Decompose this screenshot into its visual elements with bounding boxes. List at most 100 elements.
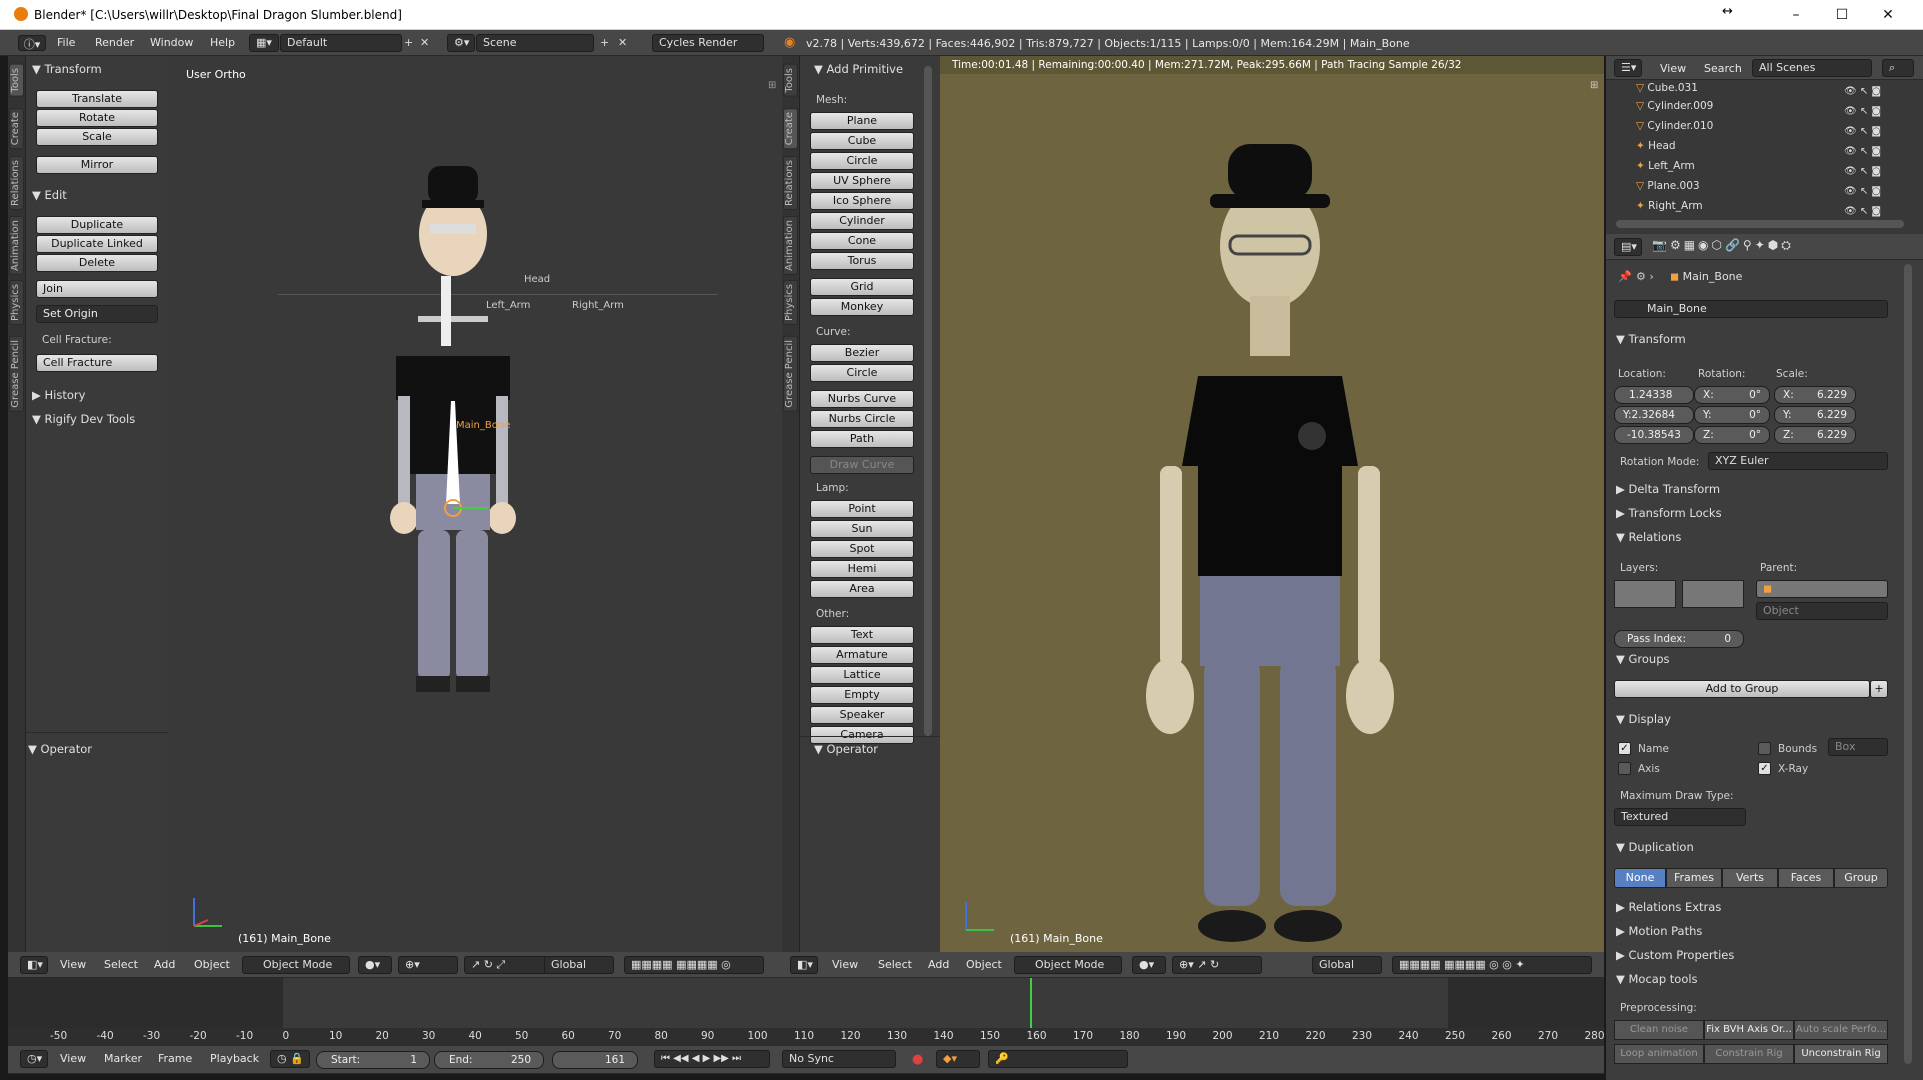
add-nurbs-circle-button[interactable]: Nurbs Circle xyxy=(810,410,914,428)
parent-field[interactable]: ◼ xyxy=(1756,580,1888,598)
right-3d-viewport[interactable]: Time:00:01.48 | Remaining:00:00.40 | Mem… xyxy=(940,56,1604,952)
tab-create-2[interactable]: Create xyxy=(783,108,798,150)
menu-window[interactable]: Window xyxy=(150,36,193,49)
max-draw-select[interactable]: Textured xyxy=(1614,808,1746,826)
add-circle-button[interactable]: Circle xyxy=(810,152,914,170)
tab-tools-2[interactable]: Tools xyxy=(783,64,798,97)
add-cone-button[interactable]: Cone xyxy=(810,232,914,250)
groups-header[interactable]: ▼ Groups xyxy=(1616,652,1670,666)
edit-panel-header[interactable]: ▼ Edit xyxy=(32,188,67,202)
viewport-plus-icon[interactable]: ⊞ xyxy=(768,80,776,91)
add-path-button[interactable]: Path xyxy=(810,430,914,448)
left-3d-viewport[interactable]: User Ortho ⊞ Head Left_Arm Right_Arm Mai… xyxy=(168,56,782,952)
timeline-menu-frame[interactable]: Frame xyxy=(158,1052,192,1065)
menu-object-2[interactable]: Object xyxy=(966,958,1002,971)
fix-bvh-axis-button[interactable]: Fix BVH Axis Or... xyxy=(1704,1020,1794,1040)
outliner-item-cube031[interactable]: ▽ Cube.031 xyxy=(1636,82,1698,94)
scale-x-field[interactable]: X: 6.229 xyxy=(1774,386,1856,404)
history-panel-header[interactable]: ▶ History xyxy=(32,388,85,402)
xray-checkbox[interactable]: ✓ xyxy=(1758,762,1771,775)
add-armature-button[interactable]: Armature xyxy=(810,646,914,664)
relations-header[interactable]: ▼ Relations xyxy=(1616,530,1681,544)
menu-select[interactable]: Select xyxy=(104,958,138,971)
record-icon[interactable]: ● xyxy=(912,1052,923,1067)
add-lattice-button[interactable]: Lattice xyxy=(810,666,914,684)
pin-icon[interactable]: 📌 xyxy=(1618,270,1632,283)
location-y-field[interactable]: Y:2.32684 xyxy=(1614,406,1694,424)
menu-view[interactable]: View xyxy=(60,958,86,971)
timeline-menu-view[interactable]: View xyxy=(60,1052,86,1065)
scale-button[interactable]: Scale xyxy=(36,128,158,146)
menu-add-2[interactable]: Add xyxy=(928,958,949,971)
name-checkbox[interactable]: ✓ xyxy=(1618,742,1631,755)
outliner-scrollbar[interactable] xyxy=(1616,220,1904,228)
rotation-y-field[interactable]: Y: 0° xyxy=(1694,406,1770,424)
preview-range-icons[interactable]: ◷ 🔒 xyxy=(270,1050,310,1068)
mirror-button[interactable]: Mirror xyxy=(36,156,158,174)
transform-section-header[interactable]: ▼ Transform xyxy=(1616,332,1686,346)
add-primitive-header[interactable]: ▼ Add Primitive xyxy=(814,62,903,76)
orientation-select[interactable]: Global xyxy=(544,956,614,974)
scale-z-field[interactable]: Z: 6.229 xyxy=(1774,426,1856,444)
operator-panel-header-2[interactable]: ▼ Operator xyxy=(814,742,878,756)
keying-set-field[interactable]: 🔑 xyxy=(988,1050,1128,1068)
dup-faces-toggle[interactable]: Faces xyxy=(1778,868,1834,888)
screen-layout-icon[interactable]: ▦▾ xyxy=(249,34,279,52)
menu-view-2[interactable]: View xyxy=(832,958,858,971)
tab-tools[interactable]: Tools xyxy=(9,64,24,97)
mocap-tools-header[interactable]: ▼ Mocap tools xyxy=(1616,972,1698,986)
tab-relations[interactable]: Relations xyxy=(9,156,24,210)
timeline-menu-marker[interactable]: Marker xyxy=(104,1052,142,1065)
dup-group-toggle[interactable]: Group xyxy=(1834,868,1888,888)
outliner-menu-view[interactable]: View xyxy=(1660,62,1686,75)
tab-animation-2[interactable]: Animation xyxy=(783,216,798,275)
outliner-item-left-arm[interactable]: ✦ Left_Arm xyxy=(1636,160,1695,172)
outliner-search-icon[interactable]: ⌕ xyxy=(1882,59,1914,77)
current-frame-field[interactable]: 161 xyxy=(552,1051,638,1069)
add-empty-button[interactable]: Empty xyxy=(810,686,914,704)
translate-button[interactable]: Translate xyxy=(36,90,158,108)
cell-fracture-button[interactable]: Cell Fracture xyxy=(36,354,158,372)
object-name-field[interactable]: Main_Bone xyxy=(1614,300,1888,318)
location-x-field[interactable]: 1.24338 xyxy=(1614,386,1694,404)
motion-paths-header[interactable]: ▶ Motion Paths xyxy=(1616,924,1702,938)
bounds-type-select[interactable]: Box xyxy=(1828,738,1888,756)
outliner-menu-search[interactable]: Search xyxy=(1704,62,1742,75)
pivot-icon-2[interactable]: ⊕▾ ↗ ↻ xyxy=(1172,956,1262,974)
add-grid-button[interactable]: Grid xyxy=(810,278,914,296)
timeline-current-frame-line[interactable] xyxy=(1030,978,1032,1028)
add-monkey-button[interactable]: Monkey xyxy=(810,298,914,316)
rotation-z-field[interactable]: Z: 0° xyxy=(1694,426,1770,444)
parent-type-select[interactable]: Object xyxy=(1756,602,1888,620)
shading-icon-2[interactable]: ●▾ xyxy=(1132,956,1166,974)
duplication-header[interactable]: ▼ Duplication xyxy=(1616,840,1694,854)
display-header[interactable]: ▼ Display xyxy=(1616,712,1671,726)
add-uv-sphere-button[interactable]: UV Sphere xyxy=(810,172,914,190)
properties-scrollbar[interactable] xyxy=(1904,264,1912,1064)
add-ico-sphere-button[interactable]: Ico Sphere xyxy=(810,192,914,210)
menu-object[interactable]: Object xyxy=(194,958,230,971)
add-screen-icon[interactable]: + xyxy=(404,36,413,49)
delta-transform-header[interactable]: ▶ Delta Transform xyxy=(1616,482,1720,496)
join-button[interactable]: Join xyxy=(36,280,158,298)
outliner-item-right-arm[interactable]: ✦ Right_Arm xyxy=(1636,200,1703,212)
tab-relations-2[interactable]: Relations xyxy=(783,156,798,210)
keyframe-icon[interactable]: ◆▾ xyxy=(936,1050,980,1068)
transform-locks-header[interactable]: ▶ Transform Locks xyxy=(1616,506,1722,520)
duplicate-linked-button[interactable]: Duplicate Linked xyxy=(36,235,158,253)
editor-type-info-icon[interactable]: ⓘ▾ xyxy=(18,35,46,51)
menu-file[interactable]: File xyxy=(57,36,75,49)
operator-panel-header[interactable]: ▼ Operator xyxy=(28,742,92,756)
delete-screen-icon[interactable]: ✕ xyxy=(420,36,429,49)
scene-select[interactable]: Scene xyxy=(476,34,594,52)
relations-extras-header[interactable]: ▶ Relations Extras xyxy=(1616,900,1721,914)
auto-scale-button[interactable]: Auto scale Perfo... xyxy=(1794,1020,1888,1040)
dup-frames-toggle[interactable]: Frames xyxy=(1666,868,1722,888)
add-sun-lamp-button[interactable]: Sun xyxy=(810,520,914,538)
axis-checkbox[interactable] xyxy=(1618,762,1631,775)
tab-physics[interactable]: Physics xyxy=(9,280,24,325)
outliner-item-cylinder010[interactable]: ▽ Cylinder.010 xyxy=(1636,120,1713,132)
shelf-scrollbar[interactable] xyxy=(924,66,932,736)
layers-icons[interactable]: ▦▦▦▦ ▦▦▦▦ ◎ xyxy=(624,956,764,974)
close-button[interactable]: ✕ xyxy=(1870,4,1906,26)
